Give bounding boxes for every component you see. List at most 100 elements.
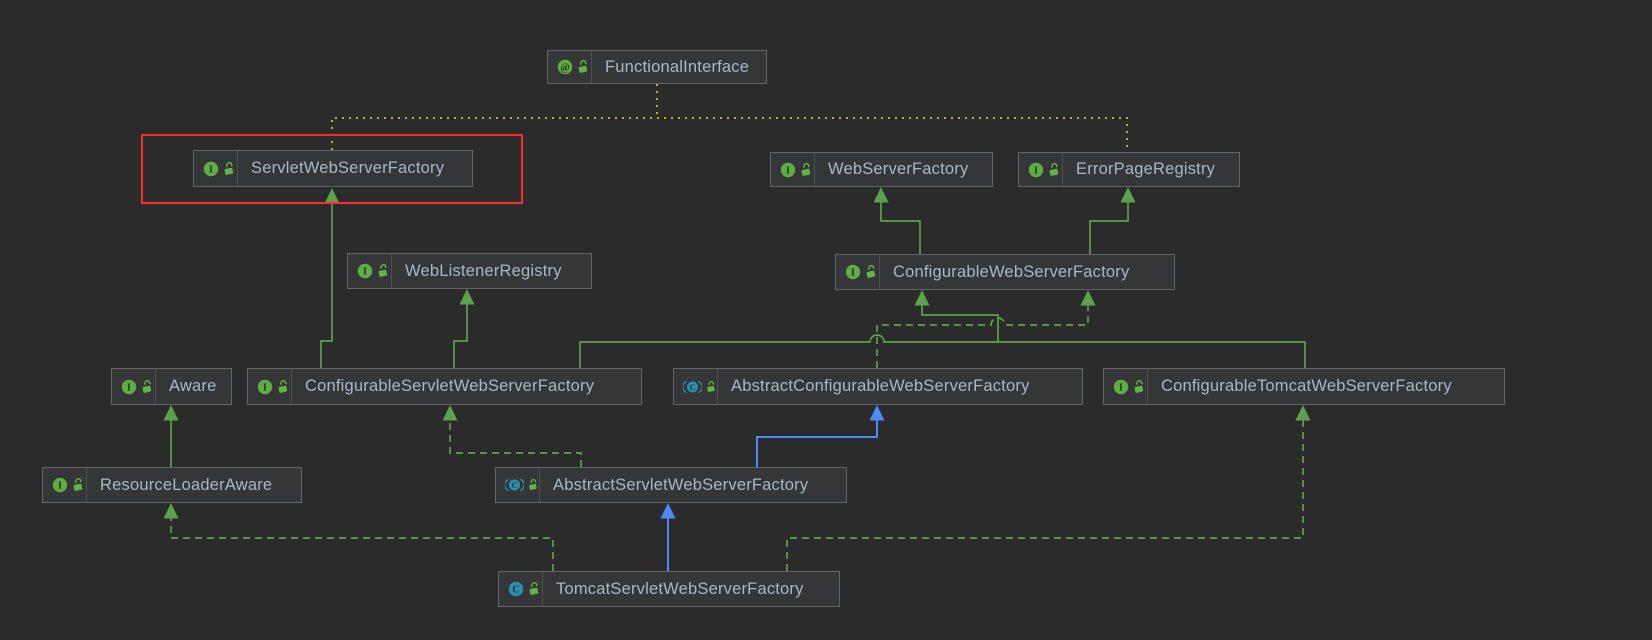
node-web-server-factory[interactable]: I WebServerFactory (770, 152, 993, 187)
arrowhead (661, 503, 676, 519)
svg-text:C: C (512, 584, 519, 595)
node-label: Aware (156, 369, 230, 404)
node-label: WebListenerRegistry (392, 254, 576, 288)
node-icon-cell: I (348, 254, 392, 288)
public-lock-icon (140, 380, 154, 394)
node-icon-cell: C (674, 369, 718, 404)
node-icon-cell: C (496, 468, 540, 502)
node-label: AbstractConfigurableWebServerFactory (718, 369, 1044, 404)
arrowhead (1296, 405, 1311, 421)
arrowhead (443, 405, 458, 421)
interface-icon: I (121, 379, 137, 395)
public-lock-icon (376, 264, 390, 278)
node-icon-cell: I (1019, 153, 1063, 186)
node-icon-cell: I (194, 151, 238, 186)
edge-tswsf-implements-ctwsf (787, 405, 1311, 571)
node-web-listener-registry[interactable]: I WebListenerRegistry (347, 253, 592, 289)
node-icon-cell: I (112, 369, 156, 404)
node-icon-cell: I (43, 468, 87, 502)
node-abstract-configurable-web-server-factory[interactable]: C AbstractConfigurableWebServerFactory (673, 368, 1083, 405)
public-lock-icon (527, 582, 541, 596)
edge-cwsf-extends-epr (1090, 187, 1136, 254)
interface-icon: I (257, 379, 273, 395)
arrowhead (874, 187, 889, 203)
svg-text:I: I (58, 480, 62, 491)
abstract-class-icon: C (505, 477, 524, 493)
node-abstract-servlet-web-server-factory[interactable]: C AbstractServletWebServerFactory (495, 467, 847, 503)
interface-icon: I (1028, 162, 1044, 178)
public-lock-icon (1047, 163, 1061, 177)
interface-icon: I (780, 162, 796, 178)
interface-icon: I (1113, 379, 1129, 395)
arrowhead (915, 290, 930, 306)
node-tomcat-servlet-web-server-factory[interactable]: C TomcatServletWebServerFactory (498, 571, 840, 607)
edge-rla-extends-aware (164, 405, 179, 467)
interface-icon: I (357, 263, 373, 279)
edges-layer (0, 0, 1652, 640)
node-label: ErrorPageRegistry (1063, 153, 1229, 186)
svg-text:I: I (851, 267, 855, 278)
public-lock-icon (799, 163, 813, 177)
svg-text:I: I (209, 164, 213, 175)
svg-text:I: I (363, 266, 367, 277)
node-servlet-web-server-factory[interactable]: I ServletWebServerFactory (193, 150, 473, 187)
abstract-class-icon: C (683, 379, 702, 395)
node-label: WebServerFactory (815, 153, 982, 186)
svg-text:C: C (690, 382, 696, 391)
arrowhead (460, 289, 475, 305)
edge-aswsf-extends-acwsf (757, 405, 885, 467)
arrowhead (164, 405, 179, 421)
public-lock-icon (527, 478, 539, 492)
annotation-icon: @ (557, 59, 573, 75)
svg-text:I: I (786, 165, 790, 176)
edge-cwsf-extends-wsf (874, 187, 921, 254)
arrowhead (164, 503, 179, 519)
interface-icon: I (845, 264, 861, 280)
node-label: TomcatServletWebServerFactory (543, 572, 818, 606)
arrowhead (1081, 290, 1096, 306)
node-error-page-registry[interactable]: I ErrorPageRegistry (1018, 152, 1240, 187)
arrowhead (870, 405, 885, 421)
node-label: ConfigurableTomcatWebServerFactory (1148, 369, 1466, 404)
node-configurable-tomcat-web-server-factory[interactable]: I ConfigurableTomcatWebServerFactory (1103, 368, 1505, 405)
node-configurable-servlet-web-server-factory[interactable]: I ConfigurableServletWebServerFactory (247, 368, 642, 405)
public-lock-icon (71, 478, 85, 492)
interface-icon: I (52, 477, 68, 493)
node-configurable-web-server-factory[interactable]: I ConfigurableWebServerFactory (835, 254, 1175, 290)
svg-text:I: I (1034, 165, 1038, 176)
node-label: AbstractServletWebServerFactory (540, 468, 822, 502)
node-icon-cell: @ (548, 51, 592, 83)
node-icon-cell: I (771, 153, 815, 186)
edge-acwsf-implements-cwsf (877, 290, 1096, 368)
public-lock-icon (705, 380, 717, 394)
svg-text:C: C (512, 481, 518, 490)
public-lock-icon (1132, 380, 1146, 394)
edge-functional-interface-link (332, 84, 1127, 152)
svg-text:I: I (1119, 382, 1123, 393)
node-label: ResourceLoaderAware (87, 468, 286, 502)
uml-diagram-canvas: @ FunctionalInterface I ServletWebServer… (0, 0, 1652, 640)
edge-tswsf-extends-aswsf (661, 503, 676, 571)
node-label: ServletWebServerFactory (238, 151, 458, 186)
public-lock-icon (276, 380, 290, 394)
svg-text:I: I (127, 382, 131, 393)
node-functional-interface[interactable]: @ FunctionalInterface (547, 50, 767, 84)
public-lock-icon (864, 265, 878, 279)
node-label: FunctionalInterface (592, 51, 763, 83)
arrowhead (1121, 187, 1136, 203)
svg-text:@: @ (560, 62, 569, 73)
edge-cswsf-ctwsf-extends-cwsf (580, 290, 1305, 368)
svg-text:I: I (263, 382, 267, 393)
node-aware[interactable]: I Aware (111, 368, 232, 405)
public-lock-icon (576, 60, 590, 74)
edge-tswsf-implements-rla (164, 503, 554, 571)
edge-cswsf-extends-wlr (454, 289, 475, 368)
arrowhead (325, 188, 340, 204)
edge-aswsf-implements-cswsf (443, 405, 582, 467)
interface-icon: I (203, 161, 219, 177)
node-resource-loader-aware[interactable]: I ResourceLoaderAware (42, 467, 302, 503)
node-label: ConfigurableServletWebServerFactory (292, 369, 608, 404)
edge-cswsf-extends-swsf (321, 188, 340, 368)
node-icon-cell: I (248, 369, 292, 404)
public-lock-icon (222, 162, 236, 176)
